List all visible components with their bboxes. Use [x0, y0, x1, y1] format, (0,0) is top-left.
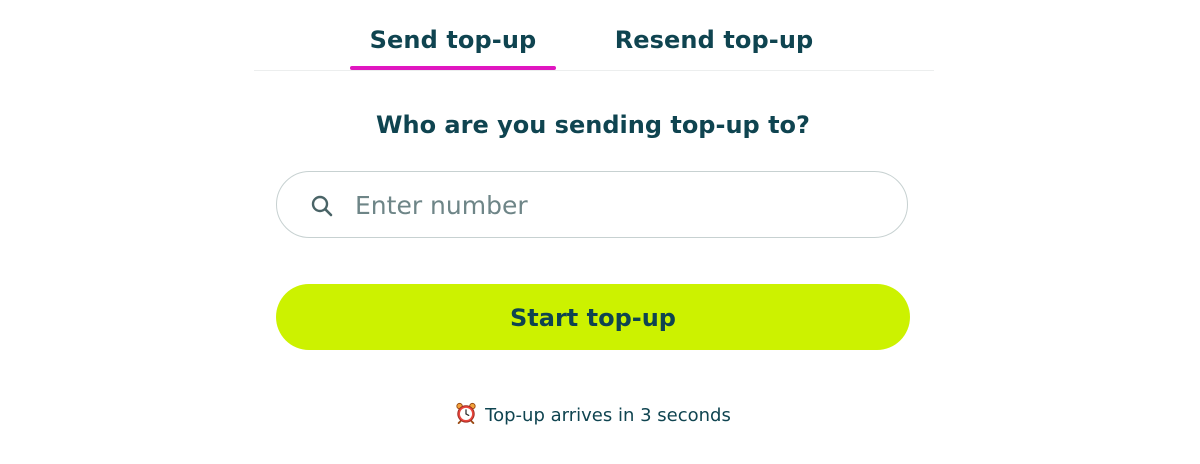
- active-tab-indicator: [350, 66, 556, 70]
- page: Send top-up Resend top-up Who are you se…: [0, 0, 1200, 464]
- arrival-note: Top-up arrives in 3 seconds: [0, 402, 1186, 426]
- alarm-clock-icon: [456, 402, 476, 424]
- search-icon: [311, 195, 333, 217]
- question-heading: Who are you sending top-up to?: [376, 111, 810, 139]
- tab-resend-top-up[interactable]: Resend top-up: [606, 26, 822, 70]
- start-top-up-button[interactable]: Start top-up: [276, 284, 910, 350]
- number-search-field[interactable]: [276, 171, 908, 238]
- arrival-note-text: Top-up arrives in 3 seconds: [485, 405, 731, 426]
- tab-bar: Send top-up Resend top-up: [254, 0, 934, 71]
- phone-number-input[interactable]: [355, 184, 875, 226]
- tab-send-top-up[interactable]: Send top-up: [350, 26, 556, 70]
